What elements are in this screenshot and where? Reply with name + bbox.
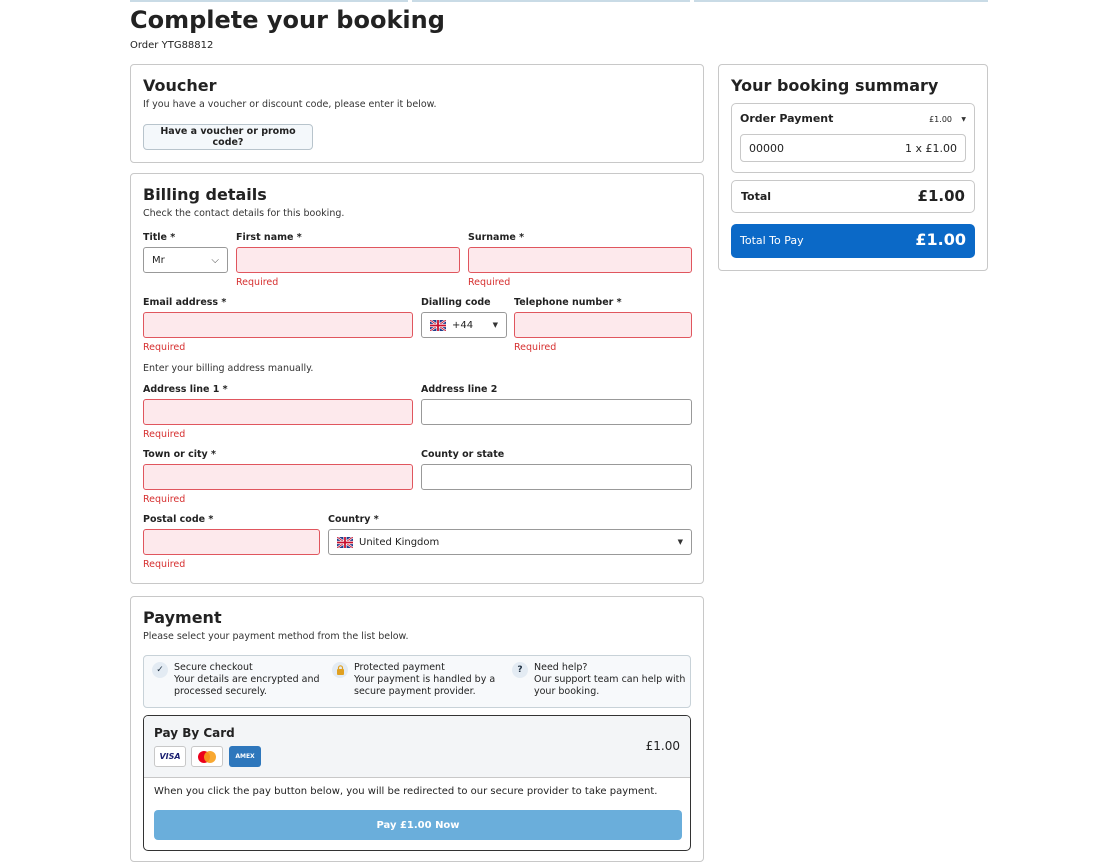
progress-bar-segment-1 (130, 0, 408, 2)
order-line-code: 00000 (749, 142, 784, 155)
page-title: Complete your booking (130, 6, 445, 34)
first-name-error: Required (236, 277, 279, 288)
uk-flag-icon (430, 319, 446, 331)
assurance-title: Protected payment (354, 662, 445, 673)
chevron-down-icon: ⌵ (211, 254, 219, 266)
help-icon: ? (512, 662, 528, 678)
voucher-button[interactable]: Have a voucher or promo code? (143, 124, 313, 150)
payment-subtitle: Please select your payment method from t… (143, 631, 409, 642)
total-to-pay-amount: £1.00 (915, 230, 966, 249)
billing-title: Billing details (143, 185, 267, 204)
check-icon: ✓ (152, 662, 168, 678)
postal-code-input[interactable] (143, 529, 320, 555)
pay-by-card-amount: £1.00 (645, 739, 680, 753)
caret-down-icon: ▼ (492, 321, 498, 329)
title-label: Title * (143, 232, 176, 243)
address-line-1-error: Required (143, 429, 186, 440)
postal-code-error: Required (143, 559, 186, 570)
redirect-note: When you click the pay button below, you… (154, 786, 658, 797)
assurance-title: Need help? (534, 662, 588, 673)
pay-now-button[interactable]: Pay £1.00 Now (154, 810, 682, 840)
dialling-code-select[interactable]: +44 ▼ (421, 312, 507, 338)
telephone-error: Required (514, 342, 557, 353)
pay-by-card-header: Pay By Card £1.00 VISA AMEX (144, 716, 690, 778)
billing-subtitle: Check the contact details for this booki… (143, 208, 345, 219)
town-input[interactable] (143, 464, 413, 490)
county-label: County or state (421, 449, 505, 460)
assurance-text: Your details are encrypted and (174, 674, 320, 685)
order-line: 00000 1 x £1.00 (740, 134, 966, 162)
total-to-pay-row: Total To Pay £1.00 (731, 224, 975, 258)
postal-code-label: Postal code * (143, 514, 214, 525)
order-reference: Order YTG88812 (130, 40, 214, 51)
mastercard-icon (191, 746, 223, 767)
visa-icon: VISA (154, 746, 186, 767)
surname-input[interactable] (468, 247, 692, 273)
pay-by-card-title: Pay By Card (154, 726, 235, 740)
address-line-1-label: Address line 1 * (143, 384, 228, 395)
voucher-subtitle: If you have a voucher or discount code, … (143, 99, 437, 110)
address-line-1-input[interactable] (143, 399, 413, 425)
voucher-card: Voucher If you have a voucher or discoun… (130, 64, 704, 163)
assurance-text: secure payment provider. (354, 686, 476, 697)
assurance-text: processed securely. (174, 686, 267, 697)
assurance-title: Secure checkout (174, 662, 253, 673)
dialling-code-value: +44 (452, 319, 474, 331)
order-payment-label: Order Payment (740, 112, 834, 125)
order-payment-amount: £1.00 (929, 115, 952, 124)
town-error: Required (143, 494, 186, 505)
country-select[interactable]: United Kingdom ▼ (328, 529, 692, 555)
first-name-label: First name * (236, 232, 302, 243)
assurance-protected: Protected payment Your payment is handle… (332, 662, 495, 698)
telephone-label: Telephone number * (514, 297, 622, 308)
voucher-title: Voucher (143, 76, 217, 95)
caret-down-icon: ▼ (961, 116, 966, 123)
total-to-pay-label: Total To Pay (740, 234, 804, 247)
title-select-value: Mr (152, 254, 165, 266)
booking-summary-card: Your booking summary Order Payment £1.00… (718, 64, 988, 271)
country-select-value: United Kingdom (359, 536, 440, 548)
assurance-help: ? Need help? Our support team can help w… (512, 662, 685, 698)
billing-card: Billing details Check the contact detail… (130, 173, 704, 584)
progress-bar-segment-2 (412, 0, 690, 2)
assurance-text: Our support team can help with (534, 674, 686, 685)
total-amount: £1.00 (917, 187, 965, 205)
title-select[interactable]: Mr ⌵ (143, 247, 228, 273)
pay-by-card-option[interactable]: Pay By Card £1.00 VISA AMEX When you cli… (143, 715, 691, 851)
total-label: Total (741, 190, 772, 203)
first-name-input[interactable] (236, 247, 460, 273)
caret-down-icon: ▼ (677, 538, 683, 546)
assurance-text: your booking. (534, 686, 600, 697)
payment-title: Payment (143, 608, 222, 627)
summary-title: Your booking summary (731, 76, 939, 95)
country-label: Country * (328, 514, 379, 525)
assurance-text: Your payment is handled by a (354, 674, 496, 685)
assurance-secure: ✓ Secure checkout Your details are encry… (152, 662, 320, 698)
address-line-2-label: Address line 2 (421, 384, 498, 395)
order-payment-item[interactable]: Order Payment £1.00 ▼ 00000 1 x £1.00 (731, 103, 975, 173)
surname-label: Surname * (468, 232, 525, 243)
telephone-input[interactable] (514, 312, 692, 338)
payment-card: Payment Please select your payment metho… (130, 596, 704, 862)
email-label: Email address * (143, 297, 227, 308)
progress-bar-segment-3 (694, 0, 988, 2)
surname-error: Required (468, 277, 511, 288)
dialling-code-label: Dialling code (421, 297, 491, 308)
lock-icon (332, 662, 348, 678)
assurance-panel: ✓ Secure checkout Your details are encry… (143, 655, 691, 708)
county-input[interactable] (421, 464, 692, 490)
email-input[interactable] (143, 312, 413, 338)
amex-icon: AMEX (229, 746, 261, 767)
email-error: Required (143, 342, 186, 353)
total-row: Total £1.00 (731, 180, 975, 213)
manual-address-note: Enter your billing address manually. (143, 363, 314, 374)
address-line-2-input[interactable] (421, 399, 692, 425)
town-label: Town or city * (143, 449, 217, 460)
uk-flag-icon (337, 536, 353, 548)
order-line-qty: 1 x £1.00 (905, 142, 957, 155)
